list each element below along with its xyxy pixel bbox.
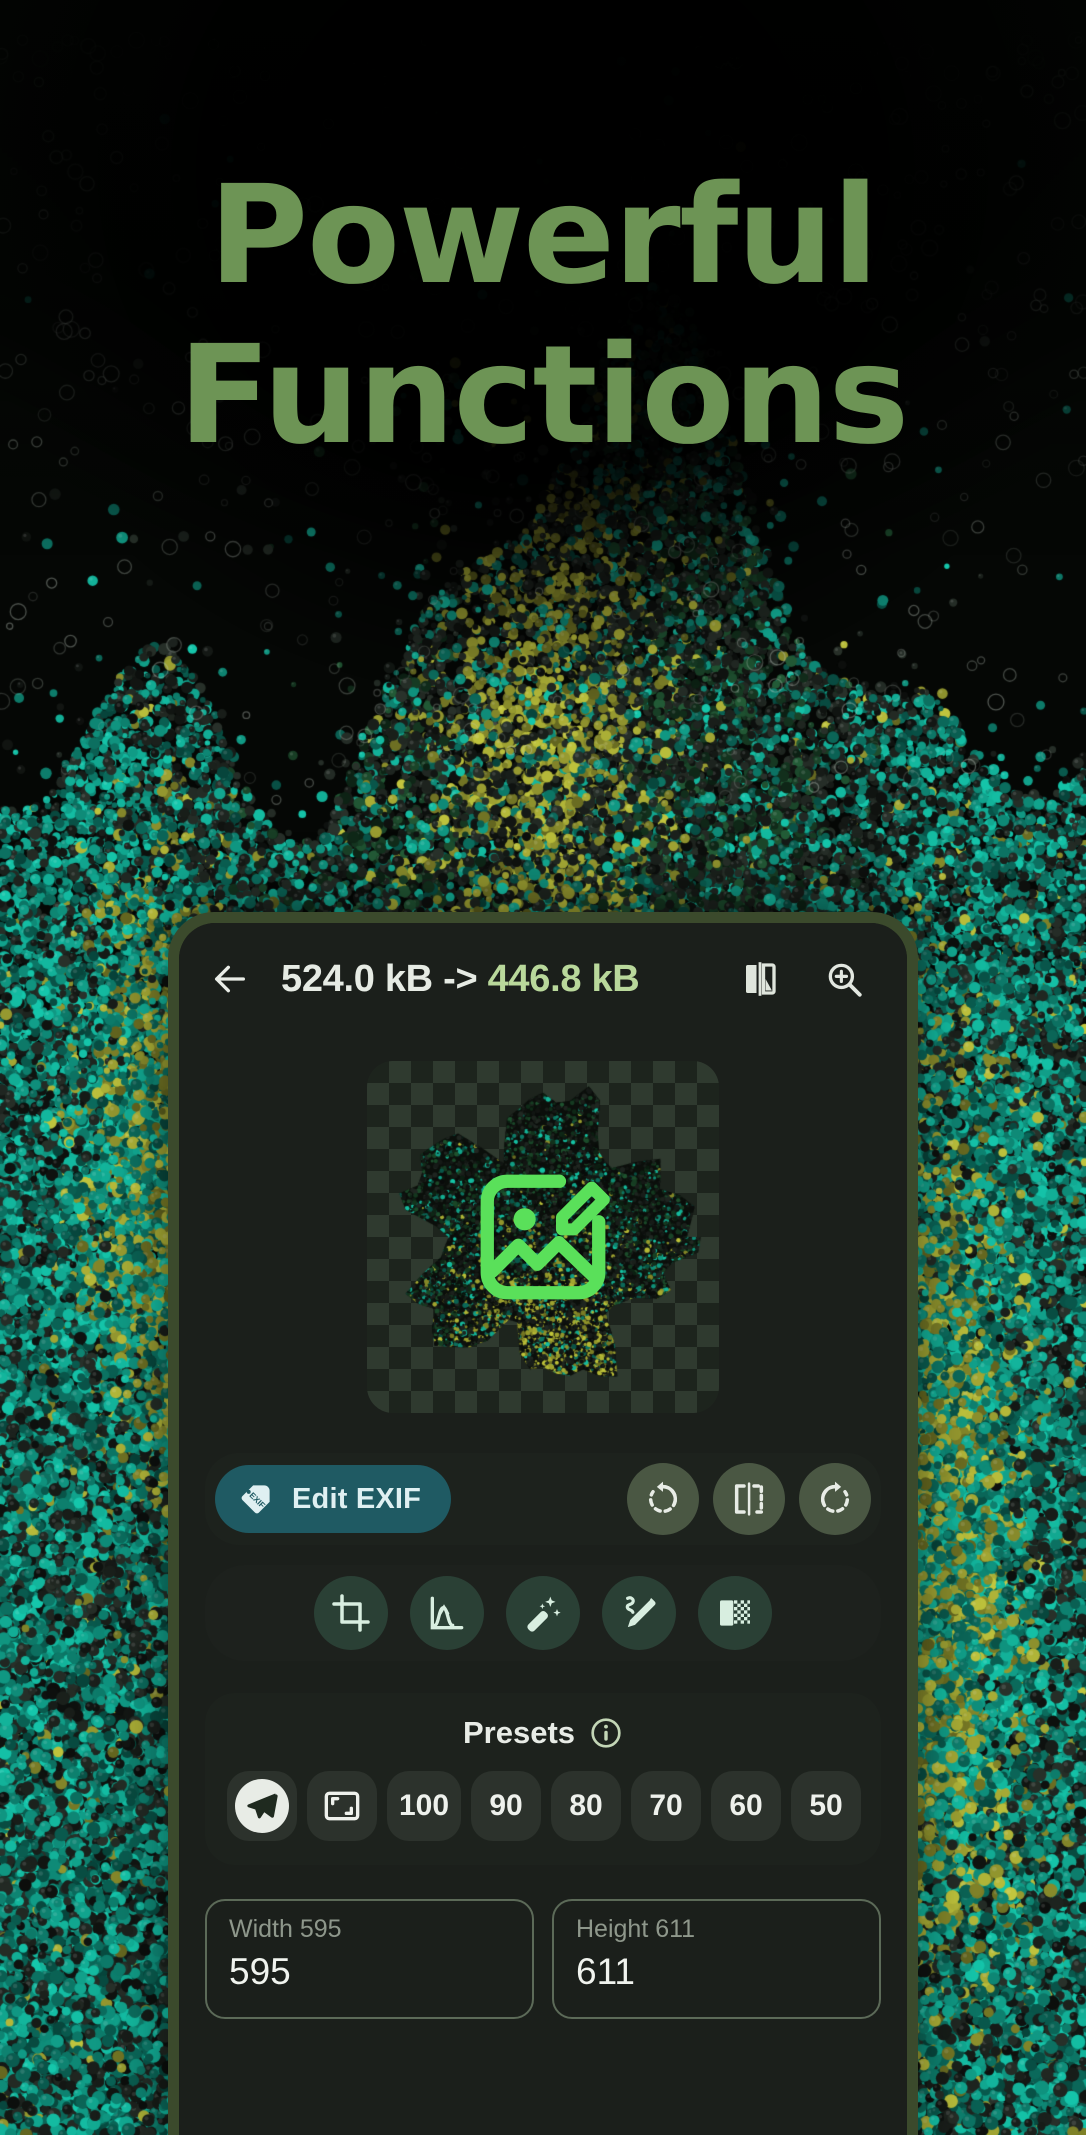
draw-tool[interactable] [602, 1576, 676, 1650]
rotate-actions [627, 1463, 871, 1535]
edit-exif-label: Edit EXIF [292, 1482, 422, 1515]
size-arrow: -> [432, 957, 488, 1000]
size-after: 446.8 kB [487, 957, 640, 1000]
rotate-right-button[interactable] [799, 1463, 871, 1535]
zoom-button[interactable] [815, 950, 873, 1008]
preview-area [205, 1035, 881, 1413]
curves-tool[interactable] [410, 1576, 484, 1650]
preset-70[interactable]: 70 [631, 1771, 702, 1841]
image-preview[interactable] [367, 1061, 719, 1413]
page-title: 524.0 kB -> 446.8 kB [267, 958, 723, 1001]
preset-50-label: 50 [809, 1789, 843, 1822]
preset-90[interactable]: 90 [471, 1771, 542, 1841]
preset-telegram[interactable] [227, 1771, 297, 1841]
width-field[interactable]: Width 595 595 [205, 1899, 534, 2019]
levels-curve-icon [430, 1596, 464, 1630]
preset-chip-list: 100 90 80 70 60 50 [221, 1771, 865, 1841]
preset-80[interactable]: 80 [551, 1771, 622, 1841]
edit-exif-button[interactable]: EXIF Edit EXIF [215, 1465, 452, 1533]
crop-tool[interactable] [314, 1576, 388, 1650]
phone-mockup-frame: 524.0 kB -> 446.8 kB EXIF Edit EXIF Pres… [168, 912, 918, 2135]
preset-100-label: 100 [399, 1789, 450, 1822]
transparency-tool[interactable] [698, 1576, 772, 1650]
magic-wand-icon [527, 1596, 561, 1632]
height-value: 611 [576, 1951, 635, 1992]
width-hint: Width 595 [229, 1915, 342, 1943]
telegram-send-icon [235, 1779, 289, 1833]
presets-header: Presets [221, 1715, 865, 1751]
compare-before-after-icon [746, 962, 776, 996]
preset-100[interactable]: 100 [387, 1771, 462, 1841]
magic-wand-tool[interactable] [506, 1576, 580, 1650]
preset-90-label: 90 [489, 1789, 523, 1822]
editor-body: EXIF Edit EXIF Presets 100 90 80 70 60 5… [179, 1035, 907, 2135]
preset-60[interactable]: 60 [711, 1771, 782, 1841]
size-before: 524.0 kB [281, 957, 433, 1000]
pencil-draw-icon [625, 1596, 656, 1628]
image-edit-icon [480, 1174, 610, 1300]
presets-title: Presets [462, 1715, 576, 1750]
exif-tag-icon: EXIF [241, 1485, 270, 1514]
dimension-fields: Width 595 595 Height 611 611 [205, 1899, 881, 2019]
resize-fit-icon [324, 1791, 360, 1821]
app-bar: 524.0 kB -> 446.8 kB [179, 923, 907, 1035]
preset-80-label: 80 [569, 1789, 603, 1822]
rotate-right-icon [820, 1481, 850, 1514]
back-button[interactable] [201, 950, 259, 1008]
presets-card: Presets 100 90 80 70 60 50 [205, 1693, 881, 1865]
gradient-transparency-icon [720, 1600, 750, 1626]
flip-horizontal-button[interactable] [713, 1463, 785, 1535]
app-bar-actions [731, 950, 877, 1008]
rotate-left-icon [648, 1481, 678, 1514]
exif-and-rotate-row: EXIF Edit EXIF [205, 1453, 881, 1545]
flip-horizontal-icon [734, 1482, 764, 1516]
preset-resize[interactable] [307, 1771, 377, 1841]
compare-button[interactable] [731, 950, 789, 1008]
preset-70-label: 70 [649, 1789, 683, 1822]
zoom-in-icon [828, 963, 862, 997]
height-field[interactable]: Height 611 611 [552, 1899, 881, 2019]
tools-row [205, 1565, 881, 1661]
crop-icon [332, 1594, 370, 1632]
width-value: 595 [229, 1951, 291, 1992]
info-icon[interactable] [589, 1716, 623, 1750]
preset-60-label: 60 [729, 1789, 763, 1822]
height-hint: Height 611 [576, 1915, 696, 1943]
phone-screen: 524.0 kB -> 446.8 kB EXIF Edit EXIF Pres… [179, 923, 907, 2135]
arrow-left-icon [215, 965, 245, 993]
rotate-left-button[interactable] [627, 1463, 699, 1535]
preset-50[interactable]: 50 [791, 1771, 862, 1841]
